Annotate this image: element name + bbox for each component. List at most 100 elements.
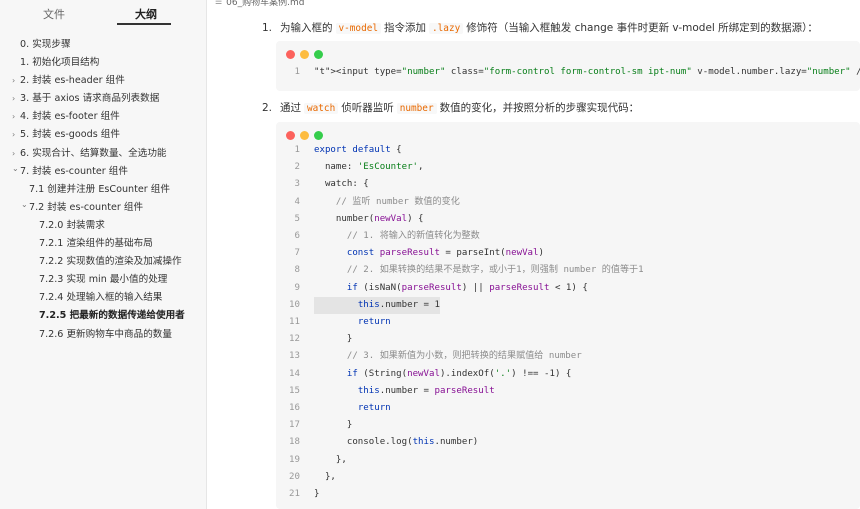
active-tab-indicator xyxy=(117,23,171,25)
outline-item-label: 2. 封装 es-header 组件 xyxy=(20,75,125,87)
line-number: 17 xyxy=(289,420,300,431)
outline-item[interactable]: ⌄ 7.2 封装 es-counter 组件 xyxy=(0,199,207,217)
code-text[interactable]: }, xyxy=(314,452,347,469)
line-number: 10 xyxy=(289,299,300,310)
outline-item-label: 5. 封装 es-goods 组件 xyxy=(20,129,120,141)
line-number: 9 xyxy=(294,282,300,293)
sidebar-tabs: 文件 大纲 xyxy=(0,0,207,30)
code-line: 2 name: 'EsCounter', xyxy=(276,159,860,176)
outline-item[interactable]: 7.2.1 渲染组件的基础布局 xyxy=(0,235,207,253)
outline-item-label: 7.1 创建并注册 EsCounter 组件 xyxy=(29,183,170,195)
code-text[interactable]: "t"><input type="number" class="form-con… xyxy=(314,64,860,81)
outline-item-label: 7.2 封装 es-counter 组件 xyxy=(29,201,144,213)
chevron-right-icon[interactable]: › xyxy=(12,90,15,108)
code-text[interactable]: return xyxy=(314,314,391,331)
code-line: 21} xyxy=(276,486,860,503)
outline-item[interactable]: › 5. 封装 es-goods 组件 xyxy=(0,126,207,144)
line-number: 1 xyxy=(294,67,300,77)
code-text[interactable]: this.number = parseResult xyxy=(314,383,495,400)
outline-item[interactable]: › 3. 基于 axios 请求商品列表数据 xyxy=(0,90,207,108)
code-text[interactable]: // 1. 将输入的新值转化为整数 xyxy=(314,228,480,245)
code-text[interactable]: // 3. 如果新值为小数，则把转换的结果赋值给 number xyxy=(314,348,582,365)
outline-item[interactable]: 1. 初始化项目结构 xyxy=(0,54,207,72)
step-number: 1. xyxy=(262,22,273,34)
code-text[interactable]: number(newVal) { xyxy=(314,211,424,228)
inline-code: number xyxy=(396,103,437,114)
code-text[interactable]: } xyxy=(314,331,352,348)
chevron-right-icon[interactable]: › xyxy=(12,108,15,126)
code-text[interactable]: console.log(this.number) xyxy=(314,434,478,451)
code-text[interactable]: // 2. 如果转换的结果不是数字，或小于1，则强制 number 的值等于1 xyxy=(314,262,644,279)
code-line: 4 // 监听 number 数值的变化 xyxy=(276,194,860,211)
chevron-down-icon[interactable]: ⌄ xyxy=(21,196,28,214)
outline-item[interactable]: 7.2.0 封装需求 xyxy=(0,217,207,235)
code-text[interactable]: // 监听 number 数值的变化 xyxy=(314,194,460,211)
outline-item-label: 7.2.1 渲染组件的基础布局 xyxy=(39,238,153,250)
code-text[interactable]: return xyxy=(314,400,391,417)
line-number: 14 xyxy=(289,368,300,379)
chevron-down-icon[interactable]: ⌄ xyxy=(12,160,19,178)
step-text: 指令添加 xyxy=(384,22,427,34)
tab-outline[interactable]: 大纲 xyxy=(135,6,157,22)
code-text[interactable]: } xyxy=(314,486,319,503)
outline-item-label: 7.2.6 更新购物车中商品的数量 xyxy=(39,328,172,340)
step-text: 通过 xyxy=(280,102,301,114)
maximize-dot-icon xyxy=(314,50,323,59)
chevron-right-icon[interactable]: › xyxy=(12,126,15,144)
line-number: 1 xyxy=(294,145,300,155)
code-text[interactable]: const parseResult = parseInt(newVal) xyxy=(314,245,544,262)
code-text[interactable]: export default { xyxy=(314,142,402,159)
code-line: 7 const parseResult = parseInt(newVal) xyxy=(276,245,860,262)
outline-item[interactable]: › 6. 实现合计、结算数量、全选功能 xyxy=(0,145,207,163)
code-line: 18 console.log(this.number) xyxy=(276,434,860,451)
file-tab[interactable]: ☰ 06_购物车案例.md xyxy=(215,0,304,8)
outline-item[interactable]: 0. 实现步骤 xyxy=(0,36,207,54)
line-number: 3 xyxy=(294,179,300,190)
inline-code: watch xyxy=(304,103,339,114)
line-number: 13 xyxy=(289,351,300,362)
outline-item[interactable]: 7.2.4 处理输入框的输入结果 xyxy=(0,289,207,307)
code-line: 12 } xyxy=(276,331,860,348)
code-line: 10 this.number = 1 xyxy=(276,296,860,314)
line-number: 15 xyxy=(289,385,300,396)
minimize-dot-icon xyxy=(300,131,309,140)
line-number: 16 xyxy=(289,403,300,413)
code-text[interactable]: this.number = 1 xyxy=(314,296,440,314)
outline-item[interactable]: 7.2.3 实现 min 最小值的处理 xyxy=(0,271,207,289)
code-text[interactable]: name: 'EsCounter', xyxy=(314,159,424,176)
code-text[interactable]: if (isNaN(parseResult) || parseResult < … xyxy=(314,280,588,297)
outline-item-label: 1. 初始化项目结构 xyxy=(20,57,100,69)
outline-item[interactable]: 7.2.6 更新购物车中商品的数量 xyxy=(0,326,207,344)
outline-item[interactable]: › 4. 封装 es-footer 组件 xyxy=(0,108,207,126)
outline-item-label: 4. 封装 es-footer 组件 xyxy=(20,111,120,123)
sidebar: 文件 大纲 0. 实现步骤 1. 初始化项目结构 › 2. 封装 es-header … xyxy=(0,0,207,509)
outline-item[interactable]: › 2. 封装 es-header 组件 xyxy=(0,72,207,90)
step-text: 修饰符（当输入框触发 change 事件时更新 v-model 所绑定到的数据源… xyxy=(466,22,818,34)
document-icon: ☰ xyxy=(215,0,223,6)
outline-item-label: 3. 基于 axios 请求商品列表数据 xyxy=(20,93,160,105)
line-number: 6 xyxy=(294,231,300,241)
code-line: 9 if (isNaN(parseResult) || parseResult … xyxy=(276,280,860,297)
outline-item[interactable]: 7.1 创建并注册 EsCounter 组件 xyxy=(0,181,207,199)
line-number: 4 xyxy=(294,196,300,207)
code-line: 1 export default { xyxy=(276,142,860,159)
outline-item-label: 7.2.5 把最新的数据传递给使用者 xyxy=(39,310,185,322)
code-text[interactable]: watch: { xyxy=(314,176,369,193)
code-text[interactable]: } xyxy=(314,417,352,434)
outline-item-label: 7.2.4 处理输入框的输入结果 xyxy=(39,292,163,304)
code-text[interactable]: }, xyxy=(314,469,336,486)
chevron-right-icon[interactable]: › xyxy=(12,72,15,90)
code-line: 17 } xyxy=(276,417,860,434)
outline-item[interactable]: 7.2.2 实现数值的渲染及加减操作 xyxy=(0,253,207,271)
outline-item[interactable]: 7.2.5 把最新的数据传递给使用者 xyxy=(0,307,207,325)
step-1-text: 1. 为输入框的 v-model 指令添加 .lazy 修饰符（当输入框触发 change… xyxy=(262,20,818,35)
code-line: 14 if (String(newVal).indexOf('.') !== -… xyxy=(276,366,860,383)
code-text[interactable]: if (String(newVal).indexOf('.') !== -1) … xyxy=(314,366,572,383)
line-number: 2 xyxy=(294,162,300,173)
close-dot-icon xyxy=(286,131,295,140)
outline-item[interactable]: ⌄ 7. 封装 es-counter 组件 xyxy=(0,163,207,181)
line-number: 18 xyxy=(289,437,300,448)
editor-main: ☰ 06_购物车案例.md 1. 为输入框的 v-model 指令添加 .lazy 修饰符… xyxy=(208,0,860,509)
tab-files[interactable]: 文件 xyxy=(43,6,65,22)
step-text: 侦听器监听 xyxy=(341,102,394,114)
